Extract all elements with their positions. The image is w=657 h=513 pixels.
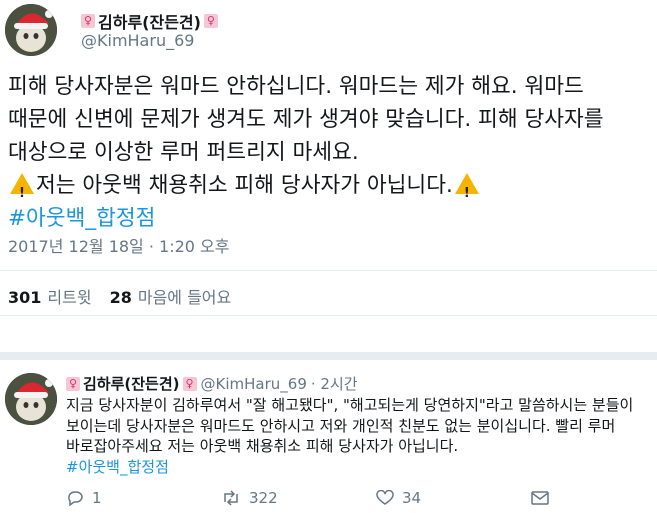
- divider: [0, 315, 657, 316]
- avatar-image: [5, 4, 57, 56]
- avatar[interactable]: [5, 4, 57, 56]
- reply-action[interactable]: 1: [66, 489, 221, 507]
- retweet-stat[interactable]: 301 리트윗: [8, 284, 92, 308]
- reply-handle[interactable]: @KimHaru_69: [201, 375, 307, 393]
- like-count: 28: [109, 288, 132, 307]
- reply-text-line: 바로잡아주세요 저는 아웃백 채용취소 피해 당사자가 아닙니다.: [66, 437, 459, 455]
- avatar-image: [5, 373, 57, 425]
- like-count: 34: [402, 489, 422, 507]
- warning-line: 저는 아웃백 채용취소 피해 당사자가 아닙니다.: [8, 169, 653, 210]
- retweet-action[interactable]: 322: [221, 489, 376, 507]
- reply-text-line: 지금 당사자분이 김하루여서 "잘 해고됐다", "해고되는게 당연하지"라고 …: [66, 396, 634, 414]
- like-label: 마음에 들어요: [137, 288, 232, 307]
- retweet-count: 301: [8, 288, 42, 307]
- warning-icon: [454, 173, 479, 210]
- female-sign-emoji: ♀: [203, 14, 218, 28]
- reply-body: 지금 당사자분이 김하루여서 "잘 해고됐다", "해고되는게 당연하지"라고 …: [66, 395, 651, 477]
- tweet-body: 피해 당사자분은 워마드 안하십니다. 워마드는 제가 해요. 워마드 때문에 …: [8, 70, 653, 235]
- retweet-count: 322: [249, 489, 278, 507]
- reply-author-row: ♀ 김하루(잔든견) ♀ @KimHaru_69 · 2시간: [66, 373, 358, 394]
- female-sign-emoji: ♀: [81, 14, 95, 28]
- heart-icon: [376, 490, 394, 505]
- tweet-stats: 301 리트윗 28 마음에 들어요: [8, 284, 231, 308]
- author-row: ♀ 김하루(잔든견) ♀: [81, 9, 218, 33]
- reply-hashtag-link[interactable]: #아웃백_합정점: [66, 457, 651, 478]
- hashtag-link[interactable]: #아웃백_합정점: [8, 202, 653, 235]
- envelope-icon: [531, 491, 549, 505]
- tweet-text-line: 대상으로 이상한 루머 퍼트리지 마세요.: [8, 140, 359, 165]
- warning-icon: [10, 173, 34, 210]
- like-stat[interactable]: 28 마음에 들어요: [110, 284, 232, 308]
- like-action[interactable]: 34: [376, 489, 531, 507]
- retweet-label: 리트윗: [47, 288, 92, 307]
- author-display-name[interactable]: 김하루(잔든견): [98, 9, 201, 33]
- author-handle-row: @KimHaru_69: [81, 31, 194, 50]
- reply-time[interactable]: · 2시간: [311, 373, 358, 394]
- reply-actions: 1 322 34: [66, 489, 549, 507]
- tweet-timestamp[interactable]: 2017년 12월 18일 · 1:20 오후: [8, 233, 229, 257]
- reply-avatar[interactable]: [5, 373, 57, 425]
- reply-text-line: 보이는데 당사자분은 워마드도 안하시고 저와 개인적 친분도 없는 분이십니다…: [66, 416, 616, 435]
- dm-action[interactable]: [531, 489, 549, 507]
- warning-text: 저는 아웃백 채용취소 피해 당사자가 아닙니다.: [36, 173, 453, 198]
- reply-display-name[interactable]: 김하루(잔든견): [83, 373, 180, 394]
- tweet-text-line: 때문에 신변에 문제가 생겨도 제가 생겨야 맞습니다. 피해 당사자를: [8, 107, 604, 132]
- author-handle[interactable]: @KimHaru_69: [81, 31, 194, 50]
- female-sign-emoji: ♀: [182, 376, 197, 391]
- reply-icon: [68, 491, 83, 506]
- female-sign-emoji: ♀: [66, 376, 80, 391]
- reply-count: 1: [92, 489, 102, 507]
- retweet-icon: [224, 490, 238, 506]
- divider: [0, 270, 657, 271]
- divider: [0, 352, 657, 360]
- tweet-text-line: 피해 당사자분은 워마드 안하십니다. 워마드는 제가 해요. 워마드: [8, 74, 584, 99]
